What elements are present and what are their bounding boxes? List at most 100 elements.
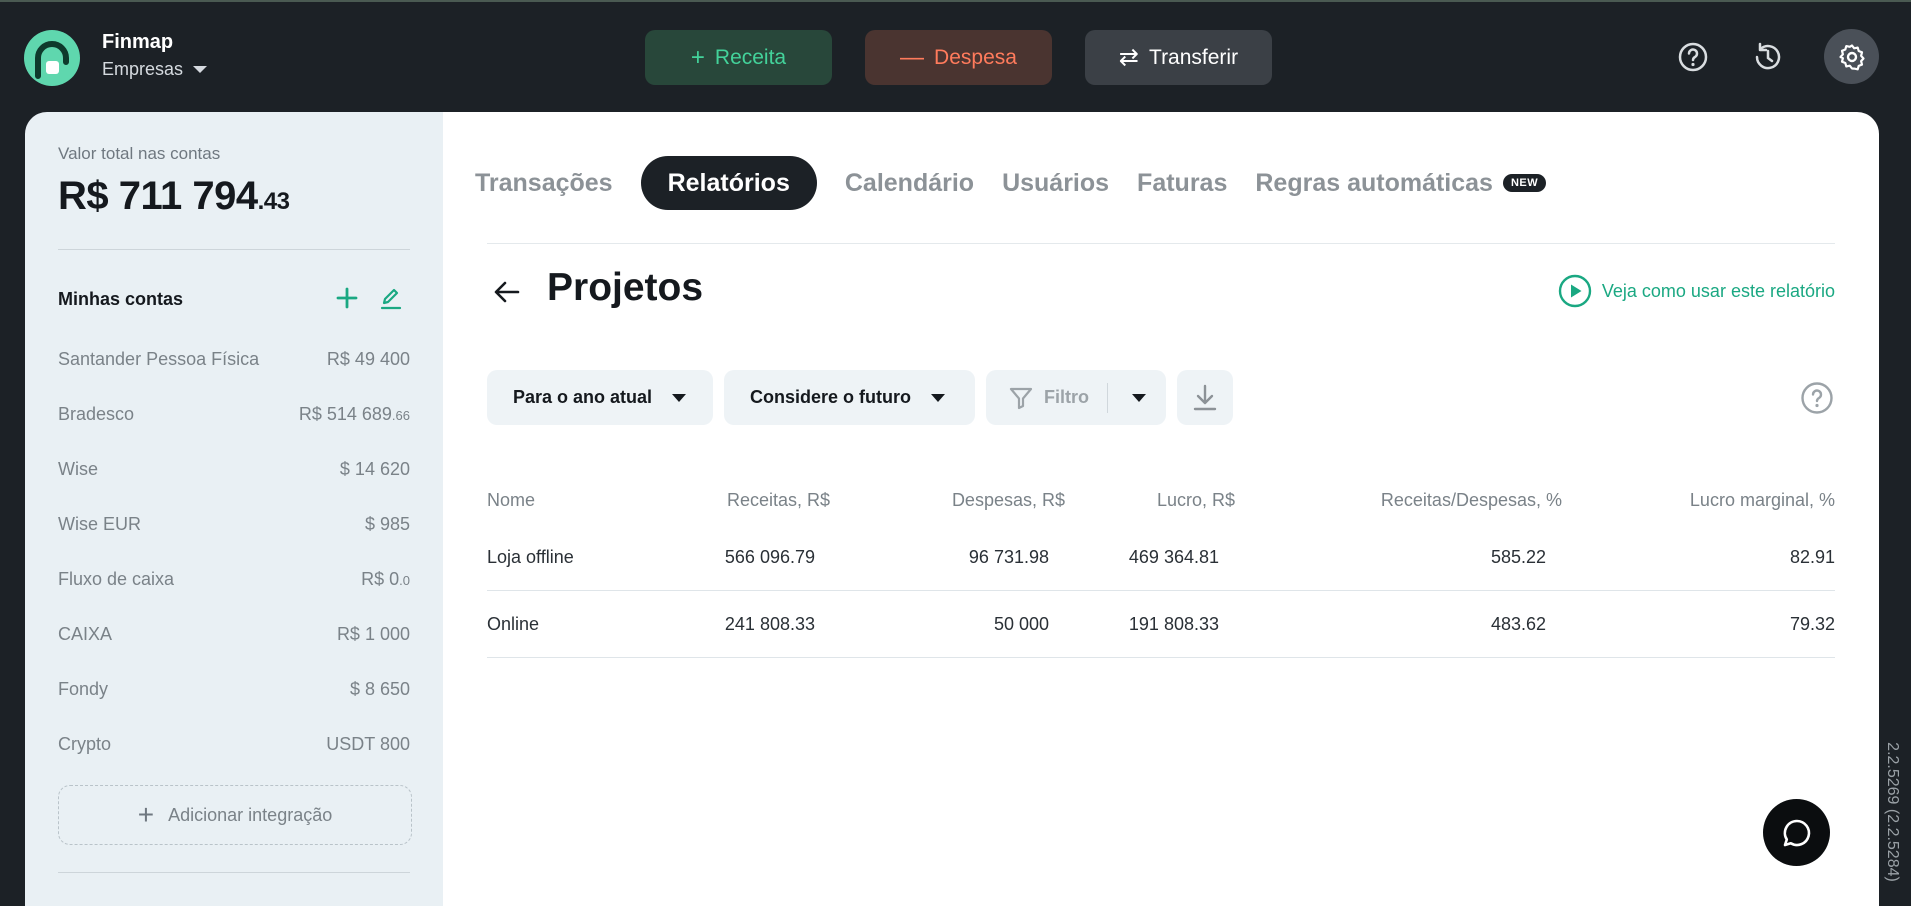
account-amount: $ 985 [364,513,410,534]
tab-transacoes[interactable]: Transações [463,156,627,210]
account-name: Santander Pessoa Física [58,348,260,369]
account-amount: R$ 514 689 [298,403,392,424]
tab-regras-automaticas[interactable]: Regras automáticas NEW [1241,156,1560,210]
account-amount: $ 14 620 [339,458,410,479]
profit-cell: 191 808.33 [1128,614,1219,634]
transfer-label: Transferir [1149,45,1239,69]
caret-down-icon [193,66,208,73]
account-balance: $ 8 650 [350,679,410,700]
tab-relatorios[interactable]: Relatórios [640,156,817,210]
account-balance: R$ 0.0 [361,569,410,590]
profit-cell: 469 364.81 [1128,547,1219,567]
caret-down-icon [931,393,945,402]
brand-name: Finmap [102,31,174,53]
minus-icon: — [900,43,925,71]
finmap-logo-icon[interactable] [24,30,80,86]
column-header[interactable]: Lucro, R$ [1157,490,1235,511]
total-balance-cents: .43 [257,188,290,215]
app-version: 2.2.5269 (2.2.5284) [1874,718,1910,906]
account-row[interactable]: Bradesco R$ 514 689.66 [58,394,410,434]
expense-cell: 96 731.98 [968,547,1049,567]
tab-regras-label: Regras automáticas [1255,168,1493,197]
gear-icon[interactable] [1824,29,1879,84]
account-row[interactable]: Wise EUR $ 985 [58,504,410,544]
add-integration-button[interactable]: + Adicionar integração [58,785,412,845]
account-row[interactable]: CAIXA R$ 1 000 [58,614,410,654]
account-row[interactable]: Crypto USDT 800 [58,724,410,764]
main-tabs: Transações Relatórios Calendário Usuário… [463,156,1560,210]
how-to-use-link[interactable]: Veja como usar este relatório [1558,274,1835,308]
account-amount: USDT 800 [326,733,410,754]
back-arrow-icon[interactable] [487,272,527,312]
help-icon[interactable] [1674,38,1712,76]
download-button[interactable] [1177,370,1233,425]
account-balance: USDT 800 [326,734,410,755]
sidebar-divider [58,872,410,873]
account-balance: R$ 49 400 [327,349,410,370]
project-name: Loja offline [487,547,574,567]
account-row[interactable]: Fluxo de caixa R$ 0.0 [58,559,410,599]
account-amount: R$ 49 400 [326,348,410,369]
sidebar-divider [58,249,410,250]
account-name: Crypto [58,733,112,754]
column-header[interactable]: Receitas, R$ [727,490,830,511]
account-name: CAIXA [58,623,113,644]
account-name: Fluxo de caixa [58,568,175,589]
account-row[interactable]: Wise $ 14 620 [58,449,410,489]
account-amount: R$ 0 [361,568,400,589]
ratio-cell: 483.62 [1490,614,1546,634]
table-row[interactable]: Online 241 808.33 50 000 191 808.33 483.… [487,591,1835,658]
period-dropdown[interactable]: Para o ano atual [487,370,713,425]
accounts-title: Minhas contas [58,289,184,309]
add-account-icon[interactable] [331,282,363,314]
column-header[interactable]: Despesas, R$ [952,490,1065,511]
future-dropdown[interactable]: Considere o futuro [724,370,975,425]
transfer-button[interactable]: ⇄ Transferir [1085,30,1272,85]
total-balance-value: R$ 711 794.43 [58,174,290,219]
income-cell: 566 096.79 [724,547,815,567]
workspace-label: Empresas [102,59,184,79]
account-balance: R$ 1 000 [337,624,410,645]
account-amount: $ 8 650 [349,678,410,699]
tab-faturas[interactable]: Faturas [1123,156,1241,210]
chat-support-button[interactable] [1763,799,1830,866]
expense-cell: 50 000 [993,614,1049,634]
account-balance: $ 14 620 [340,459,410,480]
history-icon[interactable] [1749,38,1787,76]
accounts-sidebar: Valor total nas contas R$ 711 794.43 Min… [25,112,443,906]
account-row[interactable]: Fondy $ 8 650 [58,669,410,709]
add-income-label: Receita [714,45,787,69]
account-row[interactable]: Santander Pessoa Física R$ 49 400 [58,339,410,379]
edit-accounts-icon[interactable] [375,282,407,314]
how-to-use-label: Veja como usar este relatório [1601,280,1835,301]
caret-down-icon[interactable] [1132,393,1146,402]
filter-separator [1107,382,1108,413]
column-header[interactable]: Nome [487,490,535,511]
tab-usuarios[interactable]: Usuários [988,156,1123,210]
income-cell: 241 808.33 [724,614,815,634]
download-icon [1193,384,1217,410]
column-header[interactable]: Receitas/Despesas, % [1381,490,1562,511]
add-integration-label: Adicionar integração [168,804,333,825]
chat-bubble-icon [1783,819,1810,846]
total-balance-main: R$ 711 794 [58,174,258,218]
account-name: Wise [58,458,98,479]
period-label: Para o ano atual [513,387,653,407]
tab-calendario[interactable]: Calendário [831,156,988,210]
column-header[interactable]: Lucro marginal, % [1690,490,1835,511]
add-expense-button[interactable]: — Despesa [865,30,1052,85]
table-row[interactable]: Loja offline 566 096.79 96 731.98 469 36… [487,524,1835,591]
tabs-divider [487,243,1835,244]
account-balance: $ 985 [365,514,410,535]
filter-label: Filtro [1044,387,1089,407]
workspace-selector[interactable]: Empresas [102,59,208,80]
margin-cell: 79.32 [1789,614,1835,634]
account-cents: .66 [391,407,410,423]
caret-down-icon [672,393,687,402]
report-help-icon[interactable] [1799,380,1835,416]
top-bar: Finmap Empresas + Receita — Despesa ⇄ Tr… [0,0,1911,112]
add-income-button[interactable]: + Receita [645,30,832,85]
main-panel: Transações Relatórios Calendário Usuário… [443,112,1879,906]
filter-button[interactable]: Filtro [986,370,1166,425]
account-name: Wise EUR [58,513,142,534]
